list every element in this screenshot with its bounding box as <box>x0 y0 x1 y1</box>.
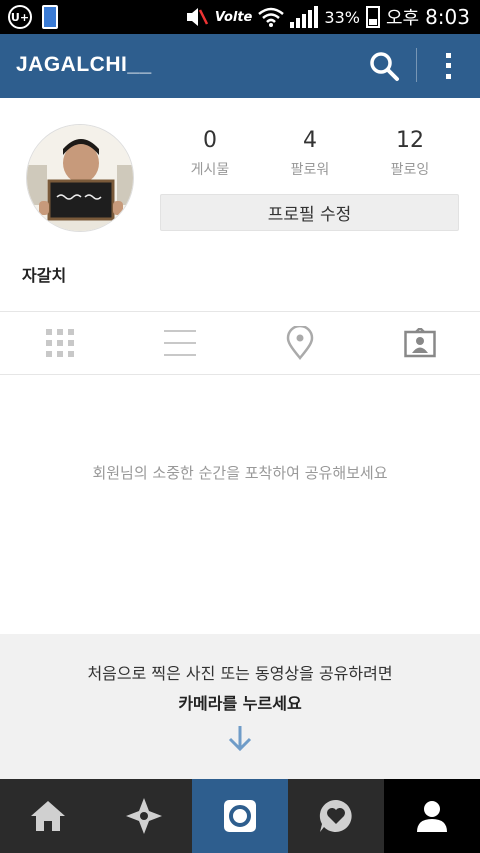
status-bar: U+ Volte 33% 오후 8:03 <box>0 0 480 34</box>
activity-heart-icon <box>319 799 352 832</box>
nav-camera[interactable] <box>192 779 288 853</box>
posts-label: 게시물 <box>190 162 230 178</box>
followers-label: 팔로워 <box>290 162 330 178</box>
search-icon[interactable] <box>368 50 400 82</box>
profile-icon <box>417 801 447 832</box>
grid-icon <box>46 329 74 357</box>
clock: 8:03 <box>425 5 470 29</box>
mute-icon <box>186 8 208 26</box>
bottom-navigation <box>0 779 480 853</box>
posts-stat[interactable]: 0 게시물 <box>160 128 260 179</box>
arrow-down-icon <box>228 726 252 752</box>
list-icon <box>164 330 196 356</box>
phone-notification-icon <box>42 5 58 29</box>
home-icon <box>31 801 65 831</box>
signal-strength-icon <box>290 6 319 28</box>
app-bar-divider <box>416 48 417 82</box>
following-stat[interactable]: 12 팔로잉 <box>360 128 460 179</box>
battery-percent: 33% <box>324 7 360 27</box>
camera-prompt-line2: 카메라를 누르세요 <box>178 694 302 713</box>
followers-stat[interactable]: 4 팔로워 <box>260 128 360 179</box>
tab-location-view[interactable] <box>240 312 360 374</box>
carrier-logo-icon: U+ <box>8 5 32 29</box>
tab-tagged-view[interactable] <box>360 312 480 374</box>
posts-count: 0 <box>203 128 217 153</box>
tab-grid-view[interactable] <box>0 312 120 374</box>
nav-profile[interactable] <box>384 779 480 853</box>
time-ampm: 오후 <box>385 8 420 29</box>
tab-list-view[interactable] <box>120 312 240 374</box>
wifi-icon <box>258 7 285 27</box>
profile-display-name: 자갈치 <box>22 266 67 285</box>
more-vertical-icon[interactable] <box>436 50 460 82</box>
battery-icon <box>365 6 380 28</box>
volte-indicator: Volte <box>214 9 253 25</box>
camera-icon <box>224 800 256 832</box>
empty-posts-message: 회원님의 소중한 순간을 포착하여 공유해보세요 <box>92 464 388 482</box>
location-pin-icon <box>286 326 314 360</box>
avatar[interactable] <box>26 124 134 232</box>
nav-explore[interactable] <box>96 779 192 853</box>
profile-handle-title: JAGALCHI__ <box>16 53 152 76</box>
profile-stats: 0 게시물 4 팔로워 12 팔로잉 <box>160 128 460 179</box>
tagged-photos-icon <box>404 328 436 358</box>
profile-photo <box>27 125 133 231</box>
followers-count: 4 <box>303 128 317 153</box>
profile-view-tabs <box>0 311 480 375</box>
edit-profile-button[interactable]: 프로필 수정 <box>160 194 459 231</box>
nav-home[interactable] <box>0 779 96 853</box>
app-bar: JAGALCHI__ <box>0 34 480 98</box>
following-count: 12 <box>396 128 424 153</box>
camera-prompt-panel: 처음으로 찍은 사진 또는 동영상을 공유하려면 카메라를 누르세요 <box>0 634 480 779</box>
explore-icon <box>126 798 162 834</box>
camera-prompt-line1: 처음으로 찍은 사진 또는 동영상을 공유하려면 <box>87 664 393 683</box>
following-label: 팔로잉 <box>390 162 430 178</box>
nav-activity[interactable] <box>288 779 384 853</box>
